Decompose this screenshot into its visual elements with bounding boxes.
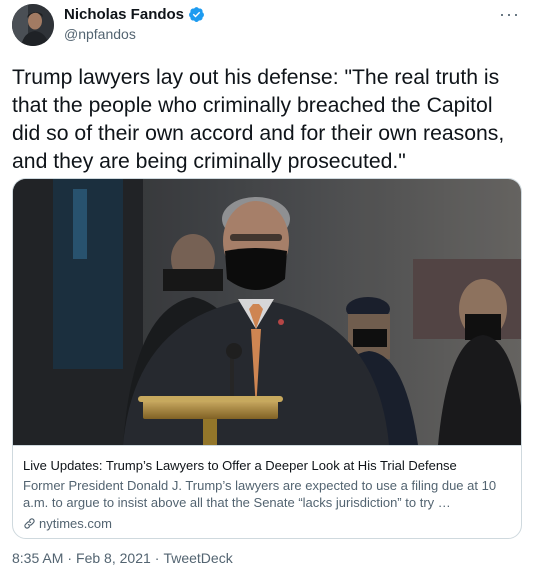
card-meta: Live Updates: Trump’s Lawyers to Offer a… bbox=[13, 445, 521, 538]
tweet-metadata: 8:35 AM · Feb 8, 2021 · TweetDeck bbox=[12, 550, 233, 566]
card-image bbox=[13, 179, 521, 445]
tweet-container: Nicholas Fandos @npfandos ··· Trump lawy… bbox=[0, 0, 536, 580]
card-domain-text: nytimes.com bbox=[39, 516, 112, 531]
link-card[interactable]: Live Updates: Trump’s Lawyers to Offer a… bbox=[12, 178, 522, 539]
more-options-icon[interactable]: ··· bbox=[499, 4, 520, 25]
author-name-row: Nicholas Fandos bbox=[64, 6, 205, 23]
card-title: Live Updates: Trump’s Lawyers to Offer a… bbox=[23, 458, 457, 473]
author-display-name[interactable]: Nicholas Fandos bbox=[64, 6, 184, 23]
author-handle[interactable]: @npfandos bbox=[64, 26, 136, 42]
avatar-photo bbox=[12, 4, 54, 46]
avatar[interactable] bbox=[12, 4, 54, 46]
tweet-date[interactable]: Feb 8, 2021 bbox=[76, 550, 151, 566]
tweet-text: Trump lawyers lay out his defense: "The … bbox=[12, 66, 505, 173]
tweet-source[interactable]: TweetDeck bbox=[163, 550, 232, 566]
card-domain: nytimes.com bbox=[23, 516, 112, 531]
card-description: Former President Donald J. Trump’s lawye… bbox=[23, 478, 497, 510]
verified-badge-icon bbox=[188, 6, 205, 23]
link-icon bbox=[23, 517, 36, 530]
separator-dot: · bbox=[67, 550, 73, 566]
tweet-time[interactable]: 8:35 AM bbox=[12, 550, 63, 566]
separator-dot: · bbox=[154, 550, 160, 566]
